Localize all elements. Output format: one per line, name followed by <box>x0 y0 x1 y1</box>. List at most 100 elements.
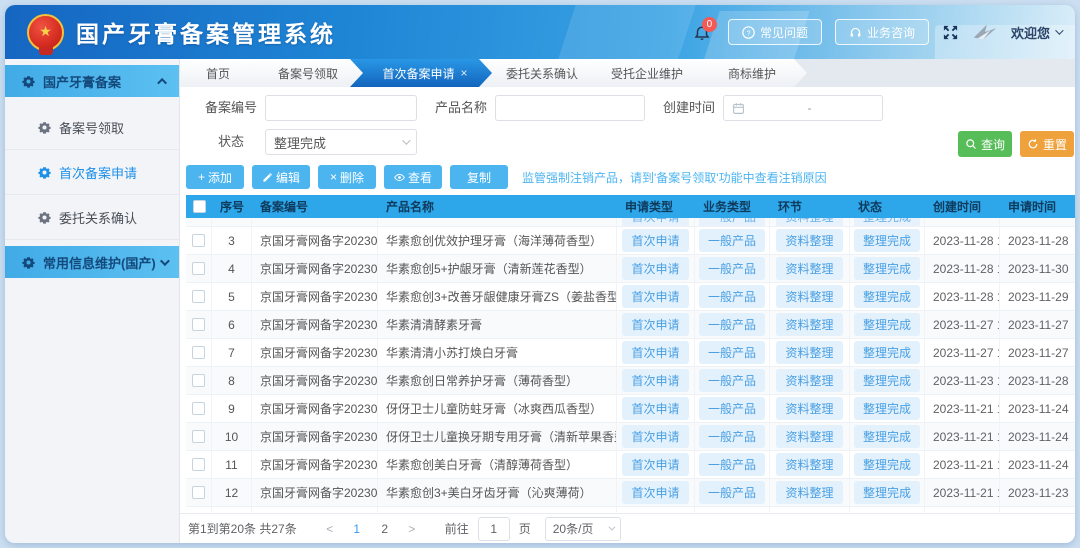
cell-seq: 12 <box>212 479 252 506</box>
view-button[interactable]: 查看 <box>384 165 442 189</box>
goto-page-input[interactable] <box>478 517 510 541</box>
fullscreen-icon[interactable] <box>942 24 959 41</box>
status-badge: 整理完成 <box>854 218 920 226</box>
tab-entrusted-company[interactable]: 受托企业维护 <box>584 59 702 87</box>
app-header: ★ 国产牙膏备案管理系统 0 常见问题 业务咨询 欢迎您 <box>5 5 1075 59</box>
row-checkbox[interactable] <box>192 402 205 415</box>
row-checkbox[interactable] <box>192 430 205 443</box>
row-checkbox[interactable] <box>192 346 205 359</box>
cell-record-no: 京国牙膏网备字2023000030 <box>252 283 378 310</box>
table-row[interactable]: 3 京国牙膏网备字2023000042 华素愈创优效护理牙膏（海洋薄荷香型） 首… <box>186 227 1075 255</box>
page-number-2[interactable]: 2 <box>373 522 397 536</box>
tab-home[interactable]: 首页 <box>180 59 258 87</box>
sidebar-item-common-info[interactable]: 常用信息维护(国产) <box>5 246 179 278</box>
row-checkbox[interactable] <box>192 234 205 247</box>
question-icon <box>742 26 755 39</box>
cell-apply-type: 首次申请 <box>617 423 695 450</box>
tab-first-application[interactable]: 首次备案申请 × <box>350 59 492 87</box>
app-title: 国产牙膏备案管理系统 <box>76 15 336 49</box>
row-checkbox[interactable] <box>192 458 205 471</box>
cell-product-name: 伢伢卫士儿童换牙期专用牙膏（清新苹果香型） <box>378 423 617 450</box>
stage-badge: 资料整理 <box>776 369 842 392</box>
table-row[interactable]: 5 京国牙膏网备字2023000030 华素愈创3+改善牙龈健康牙膏ZS（姜盐香… <box>186 283 1075 311</box>
records-table: 序号 备案编号 产品名称 申请类型 业务类型 环节 状态 创建时间 申请时间 首… <box>186 195 1075 512</box>
tab-trademark[interactable]: 商标维护 <box>689 59 807 87</box>
sidebar-item-record-number[interactable]: 备案号领取 <box>5 105 179 150</box>
table-body: 首次申请 一般产品 资料整理 整理完成 3 京国牙膏网备字2023000042 … <box>186 218 1075 512</box>
apply-type-badge: 首次申请 <box>622 257 688 280</box>
biz-type-badge: 一般产品 <box>699 369 765 392</box>
status-select[interactable]: 整理完成 <box>265 129 417 155</box>
create-time-range-input[interactable]: - <box>723 95 883 121</box>
table-row[interactable]: 12 京国牙膏网备字2023000059 华素愈创3+美白牙齿牙膏（沁爽薄荷） … <box>186 479 1075 507</box>
cell-biz-type: 一般产品 <box>695 451 770 478</box>
row-checkbox[interactable] <box>192 486 205 499</box>
cell-biz-type: 一般产品 <box>695 227 770 254</box>
page-size-select[interactable]: 20条/页 <box>545 517 621 541</box>
cell-biz-type: 一般产品 <box>695 339 770 366</box>
prev-page-button[interactable]: < <box>319 522 341 536</box>
sidebar-item-toothpaste-registration[interactable]: 国产牙膏备案 <box>5 65 179 97</box>
table-toolbar: + 添加 编辑 × 删除 查看 复制 监管强制注销产品，请 <box>180 163 1075 191</box>
sidebar-item-first-application[interactable]: 首次备案申请 <box>5 150 179 195</box>
cell-record-no: 京国牙膏网备字2023000042 <box>252 227 378 254</box>
row-checkbox[interactable] <box>192 290 205 303</box>
table-row[interactable]: 9 京国牙膏网备字2023000037 伢伢卫士儿童防蛀牙膏（冰爽西瓜香型） 首… <box>186 395 1075 423</box>
product-name-input[interactable] <box>495 95 645 121</box>
header-checkbox-cell <box>186 195 212 218</box>
tab-record-number[interactable]: 备案号领取 <box>245 59 363 87</box>
tab-entrust-confirm[interactable]: 委托关系确认 <box>479 59 597 87</box>
apply-type-badge: 首次申请 <box>622 341 688 364</box>
faq-button[interactable]: 常见问题 <box>728 19 822 45</box>
table-row[interactable]: 10 京国牙膏网备字2023000035 伢伢卫士儿童换牙期专用牙膏（清新苹果香… <box>186 423 1075 451</box>
table-row[interactable]: 6 京国牙膏网备字2023000197 华素清清酵素牙膏 首次申请 一般产品 资… <box>186 311 1075 339</box>
apply-type-badge: 首次申请 <box>622 285 688 308</box>
cell-apply-type: 首次申请 <box>617 367 695 394</box>
select-all-checkbox[interactable] <box>193 200 206 213</box>
cell-product-name: 华素愈创3+美白牙齿牙膏（沁爽薄荷） <box>378 479 617 506</box>
column-header: 备案编号 <box>252 198 378 215</box>
status-badge: 整理完成 <box>854 481 920 504</box>
record-no-input[interactable] <box>265 95 417 121</box>
sidebar-item-entrust-confirm[interactable]: 委托关系确认 <box>5 195 179 240</box>
edit-button[interactable]: 编辑 <box>252 165 310 189</box>
biz-type-badge: 一般产品 <box>699 257 765 280</box>
consult-button[interactable]: 业务咨询 <box>835 19 929 45</box>
header-actions: 0 常见问题 业务咨询 欢迎您 <box>693 5 1061 59</box>
row-checkbox-cell <box>186 227 212 254</box>
table-row[interactable]: 4 京国牙膏网备字2023000046 华素愈创5+护龈牙膏（清新莲花香型） 首… <box>186 255 1075 283</box>
table-row[interactable]: 8 京国牙膏网备字2023000036 华素愈创日常养护牙膏（薄荷香型） 首次申… <box>186 367 1075 395</box>
table-row[interactable]: 13 京国牙膏网备字2023000189 华素愈创日常防蛀儿童牙膏（水蜜桃香型）… <box>186 507 1075 512</box>
row-checkbox[interactable] <box>192 262 205 275</box>
table-row[interactable]: 首次申请 一般产品 资料整理 整理完成 <box>186 218 1075 227</box>
cell-created-time: 2023-11-27 1... <box>925 311 1000 338</box>
emblem-star-icon: ★ <box>39 24 52 38</box>
cell-product-name: 华素愈创优效护理牙膏（海洋薄荷香型） <box>378 227 617 254</box>
cell-product-name: 伢伢卫士儿童防蛀牙膏（冰爽西瓜香型） <box>378 395 617 422</box>
next-page-button[interactable]: > <box>401 522 423 536</box>
user-menu[interactable]: 欢迎您 <box>1011 23 1061 42</box>
table-row[interactable]: 11 京国牙膏网备字2023000045 华素愈创美白牙膏（清醇薄荷香型） 首次… <box>186 451 1075 479</box>
add-button[interactable]: + 添加 <box>186 165 244 189</box>
cell-applied-time: 2023-11-23 1... <box>1000 479 1072 506</box>
close-tab-icon[interactable]: × <box>461 66 468 80</box>
query-button[interactable]: 查询 <box>958 131 1012 157</box>
row-checkbox[interactable] <box>192 318 205 331</box>
delete-button[interactable]: × 删除 <box>318 165 376 189</box>
cell-applied-time: 2023-11-28 1... <box>1000 227 1072 254</box>
cell-status: 整理完成 <box>850 367 925 394</box>
main-content: 首页 备案号领取 首次备案申请 × 委托关系确认 受托企业维护 商标维护 备案编… <box>180 59 1075 543</box>
apply-type-badge: 首次申请 <box>622 313 688 336</box>
plus-icon: + <box>198 170 205 184</box>
copy-button[interactable]: 复制 <box>450 165 508 189</box>
row-checkbox[interactable] <box>192 374 205 387</box>
notification-bell[interactable]: 0 <box>693 20 715 44</box>
cell-applied-time: 2023-11-24 1... <box>1000 395 1072 422</box>
row-checkbox-cell <box>186 218 212 226</box>
page-number-1[interactable]: 1 <box>345 522 369 536</box>
table-row[interactable]: 7 京国牙膏网备字2023000199 华素清清小苏打焕白牙膏 首次申请 一般产… <box>186 339 1075 367</box>
stage-badge: 资料整理 <box>776 218 842 226</box>
header-decor <box>550 5 699 59</box>
cell-apply-type: 首次申请 <box>617 283 695 310</box>
reset-button[interactable]: 重置 <box>1020 131 1074 157</box>
